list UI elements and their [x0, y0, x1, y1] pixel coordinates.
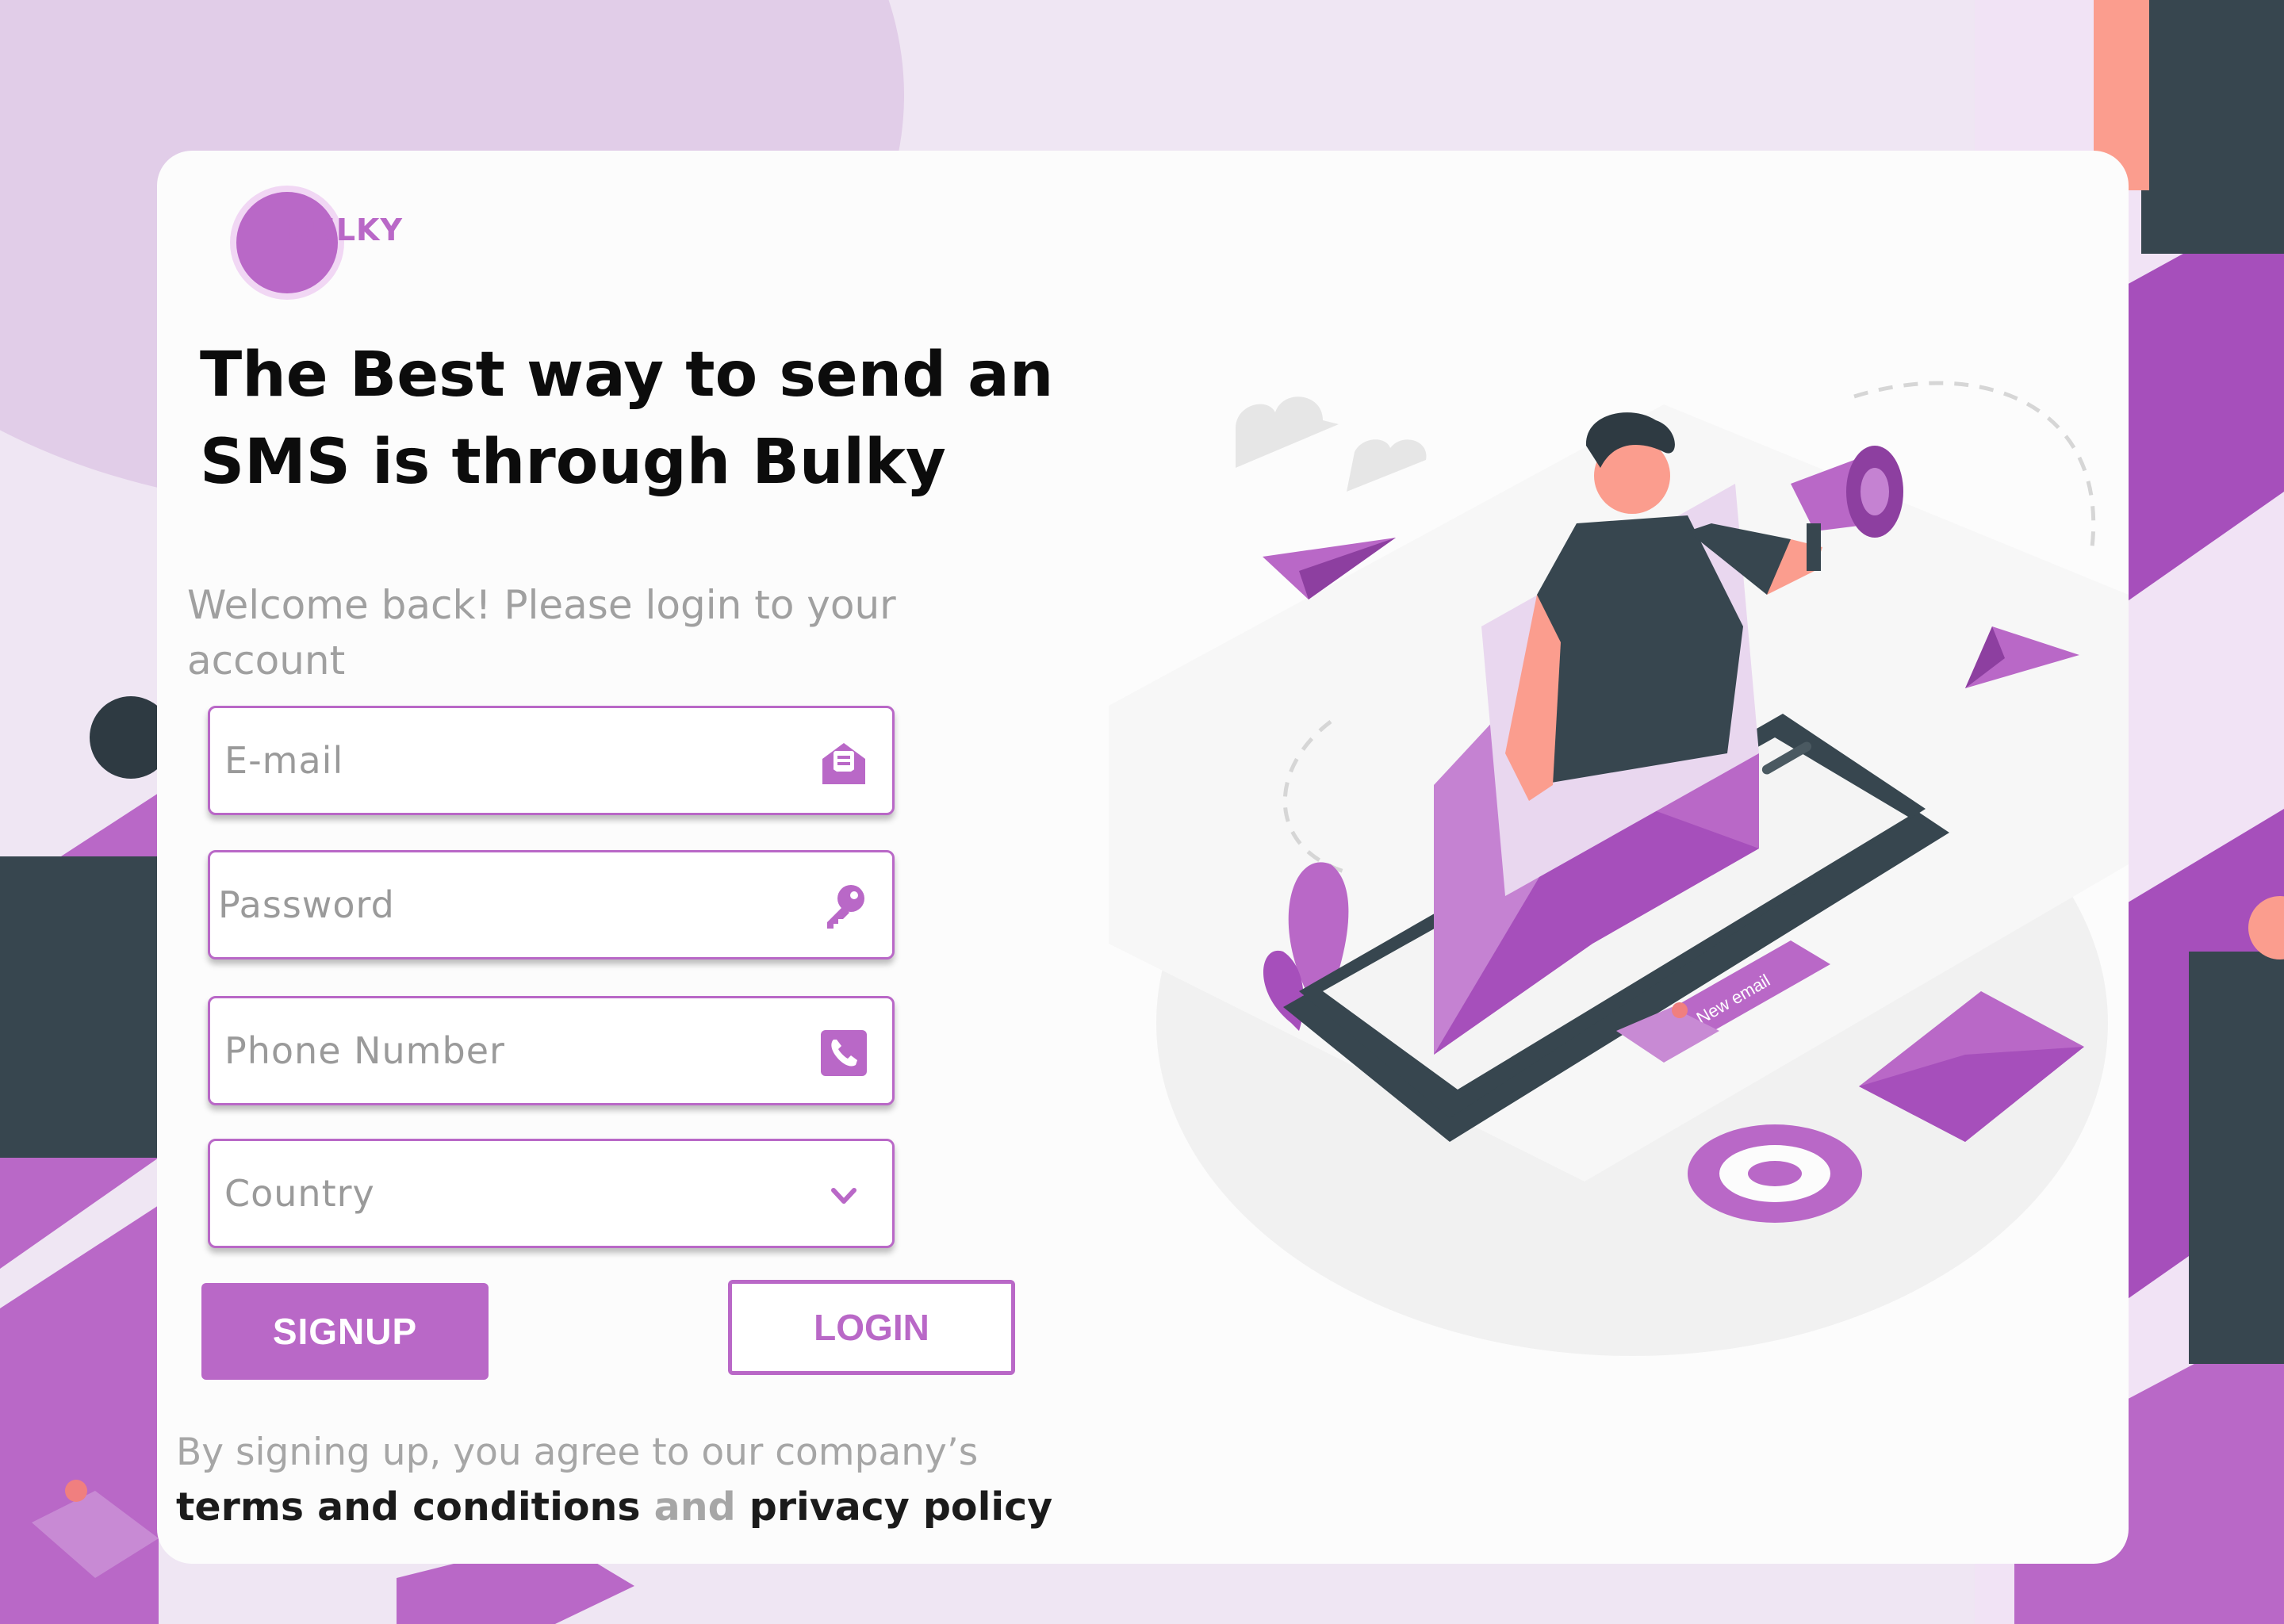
email-field[interactable]: E-mail	[208, 706, 895, 815]
privacy-link[interactable]: privacy policy	[749, 1484, 1052, 1530]
chevron-down-icon	[831, 1188, 856, 1204]
password-field[interactable]: Password	[208, 850, 895, 959]
page-title: The Best way to send an SMS is through B…	[200, 331, 1072, 506]
country-placeholder: Country	[224, 1172, 375, 1215]
hero-illustration: New email	[1109, 381, 2129, 1356]
password-placeholder: Password	[218, 883, 395, 926]
logo-text: BULKY	[287, 213, 403, 247]
phone-number-field[interactable]: Phone Number	[208, 996, 895, 1105]
welcome-text: Welcome back! Please login to your accou…	[187, 582, 896, 684]
country-select[interactable]: Country	[208, 1139, 895, 1248]
email-placeholder: E-mail	[224, 739, 344, 782]
login-button[interactable]: LOGIN	[728, 1280, 1015, 1375]
terms-link[interactable]: terms and conditions	[176, 1484, 641, 1530]
email-envelope-icon	[822, 743, 865, 784]
phone-icon	[821, 1030, 867, 1076]
key-icon	[827, 885, 864, 929]
headline-line-1: The Best way to send an	[200, 339, 1054, 411]
signup-button[interactable]: SIGNUP	[201, 1283, 489, 1380]
bulky-logo: BULKY	[236, 192, 443, 303]
terms-and: and	[640, 1484, 749, 1530]
terms-line: terms and conditions and privacy policy	[176, 1484, 1052, 1530]
terms-intro: By signing up, you agree to our company’…	[176, 1431, 979, 1474]
login-card: BULKY The Best way to send an SMS is thr…	[157, 151, 2129, 1564]
headline-line-2: SMS is through Bulky	[200, 427, 946, 498]
phone-placeholder: Phone Number	[224, 1029, 505, 1072]
